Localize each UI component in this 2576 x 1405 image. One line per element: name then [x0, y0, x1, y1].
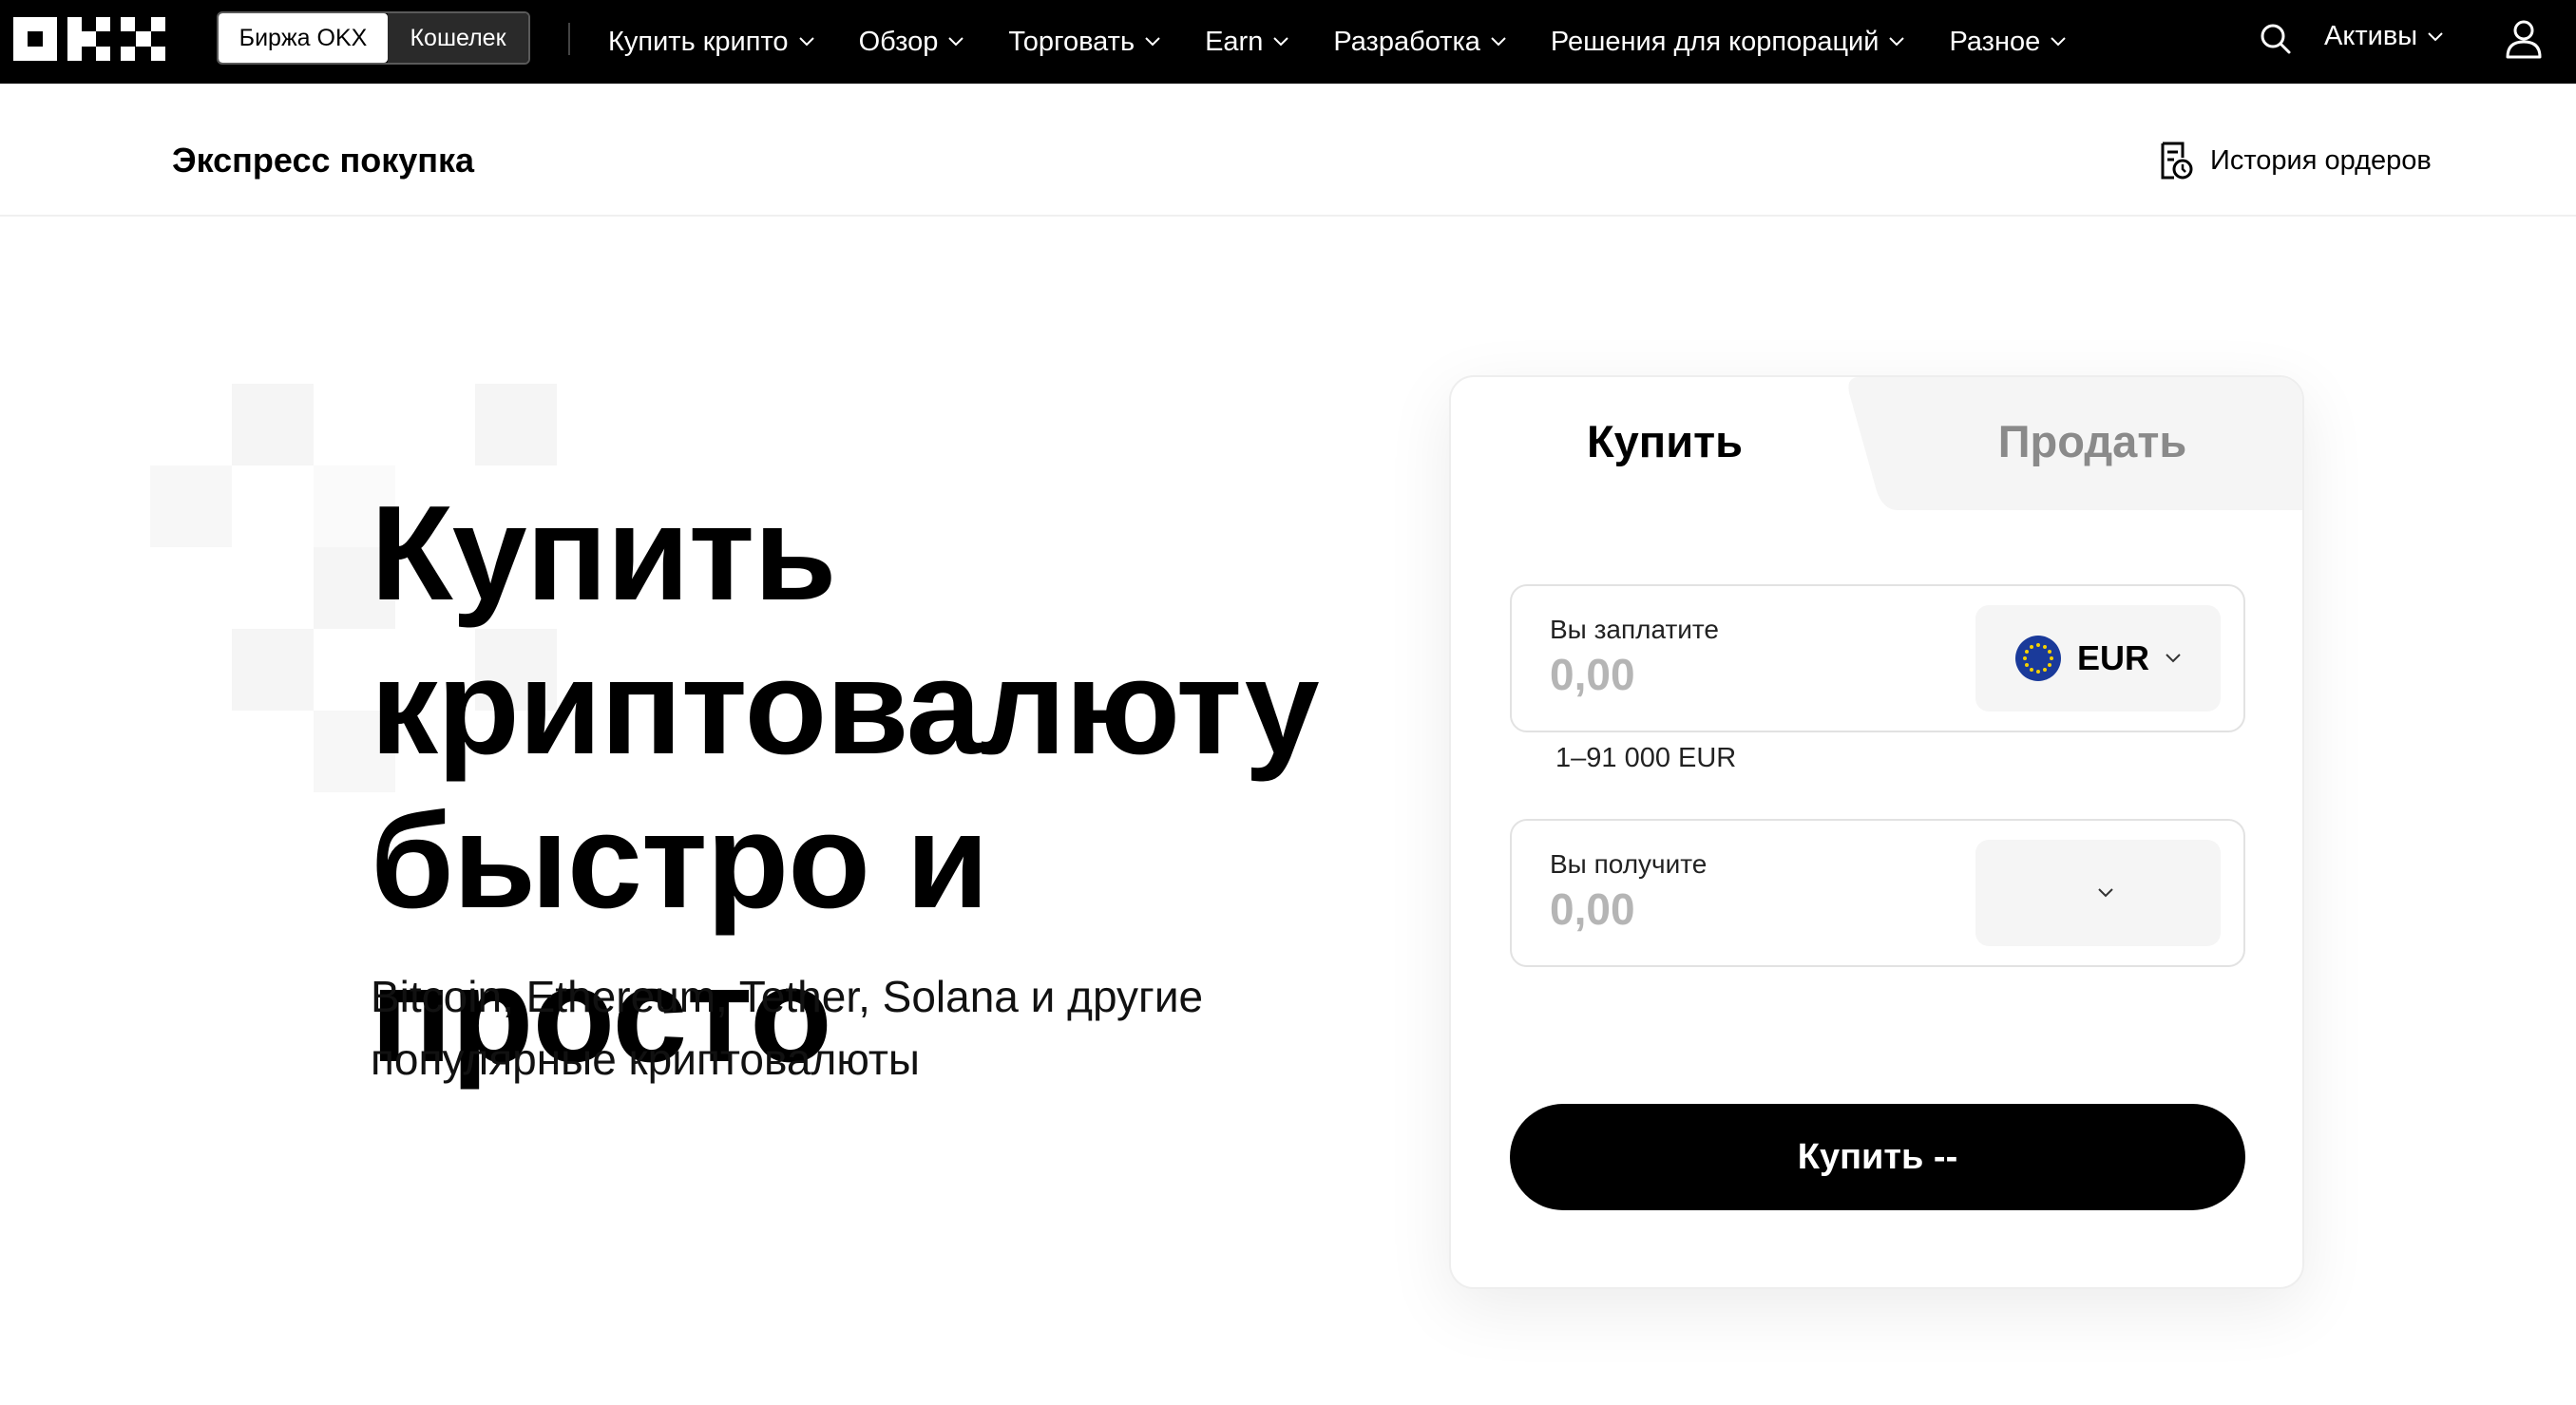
nav-item-label: Купить крипто — [608, 26, 789, 57]
user-icon[interactable] — [2505, 19, 2543, 59]
nav-buy-crypto[interactable]: Купить крипто — [608, 27, 815, 58]
chevron-down-icon — [2166, 654, 2181, 663]
tab-sell[interactable]: Продать — [1879, 415, 2302, 467]
wallet-tab[interactable]: Кошелек — [388, 13, 528, 63]
tab-buy[interactable]: Купить — [1451, 415, 1879, 467]
order-history-link[interactable]: История ордеров — [2157, 141, 2432, 180]
nav-item-label: Разработка — [1333, 26, 1480, 57]
chevron-down-icon — [2428, 31, 2443, 41]
exchange-tab[interactable]: Биржа OKX — [219, 13, 388, 63]
hero-title-line: криптовалюту — [371, 632, 1320, 783]
eu-flag-icon — [2014, 636, 2061, 681]
nav-divider — [568, 23, 570, 55]
nav-institutional[interactable]: Решения для корпораций — [1551, 27, 1906, 58]
chevron-down-icon — [1889, 37, 1905, 47]
pay-currency-code: EUR — [2076, 638, 2149, 677]
top-navbar: Биржа OKX Кошелек Купить крипто Обзор То… — [0, 0, 2576, 84]
nav-item-label: Разное — [1949, 26, 2041, 57]
receive-amount-input[interactable]: 0,00 — [1550, 883, 1635, 935]
nav-item-label: Решения для корпораций — [1550, 26, 1880, 57]
receive-label: Вы получите — [1550, 849, 1708, 879]
hero-title-line: Купить — [371, 478, 837, 629]
pay-amount-input[interactable]: 0,00 — [1550, 649, 1635, 700]
chevron-down-icon — [2051, 37, 2066, 47]
main-menu: Купить крипто Обзор Торговать Earn Разра… — [608, 0, 2067, 84]
nav-development[interactable]: Разработка — [1333, 27, 1507, 58]
sub-header: Экспресс покупка История ордеров — [0, 84, 2576, 217]
chevron-down-icon — [2098, 888, 2113, 898]
assets-menu[interactable]: Активы — [2324, 21, 2444, 52]
order-history-icon — [2161, 142, 2193, 180]
nav-overview[interactable]: Обзор — [859, 27, 965, 58]
order-history-label: История ордеров — [2210, 144, 2432, 176]
nav-trade[interactable]: Торговать — [1008, 27, 1161, 58]
amount-range: 1–91 000 EUR — [1555, 743, 1737, 773]
pay-field[interactable]: Вы заплатите 0,00 EUR — [1510, 584, 2245, 732]
platform-switch: Биржа OKX Кошелек — [217, 11, 530, 65]
buy-button[interactable]: Купить -- — [1510, 1104, 2245, 1210]
receive-currency-select[interactable] — [1975, 840, 2221, 946]
hero-subtitle-line: популярные криптовалюты — [371, 1035, 920, 1084]
express-buy-card: Купить Продать Вы заплатите 0,00 EUR 1–9… — [1449, 375, 2304, 1289]
hero-subtitle: Bitcoin, Ethereum, Tether, Solana и друг… — [371, 965, 1321, 1091]
hero-subtitle-line: Bitcoin, Ethereum, Tether, Solana и друг… — [371, 972, 1204, 1021]
pay-label: Вы заплатите — [1550, 615, 1719, 644]
search-icon[interactable] — [2260, 23, 2292, 55]
nav-item-label: Обзор — [858, 26, 939, 57]
okx-logo[interactable] — [13, 17, 165, 61]
page-title: Экспресс покупка — [172, 141, 475, 180]
nav-more[interactable]: Разное — [1949, 27, 2067, 58]
nav-item-label: Earn — [1205, 26, 1264, 57]
nav-earn[interactable]: Earn — [1205, 27, 1289, 58]
buy-sell-tabs: Купить Продать — [1451, 377, 2302, 510]
nav-item-label: Торговать — [1008, 26, 1135, 57]
chevron-down-icon — [1145, 37, 1160, 47]
chevron-down-icon — [1273, 37, 1289, 47]
receive-field[interactable]: Вы получите 0,00 — [1510, 819, 2245, 967]
assets-label: Активы — [2324, 21, 2418, 51]
pay-currency-select[interactable]: EUR — [1975, 605, 2221, 712]
chevron-down-icon — [1491, 37, 1506, 47]
chevron-down-icon — [948, 37, 964, 47]
chevron-down-icon — [798, 37, 814, 47]
